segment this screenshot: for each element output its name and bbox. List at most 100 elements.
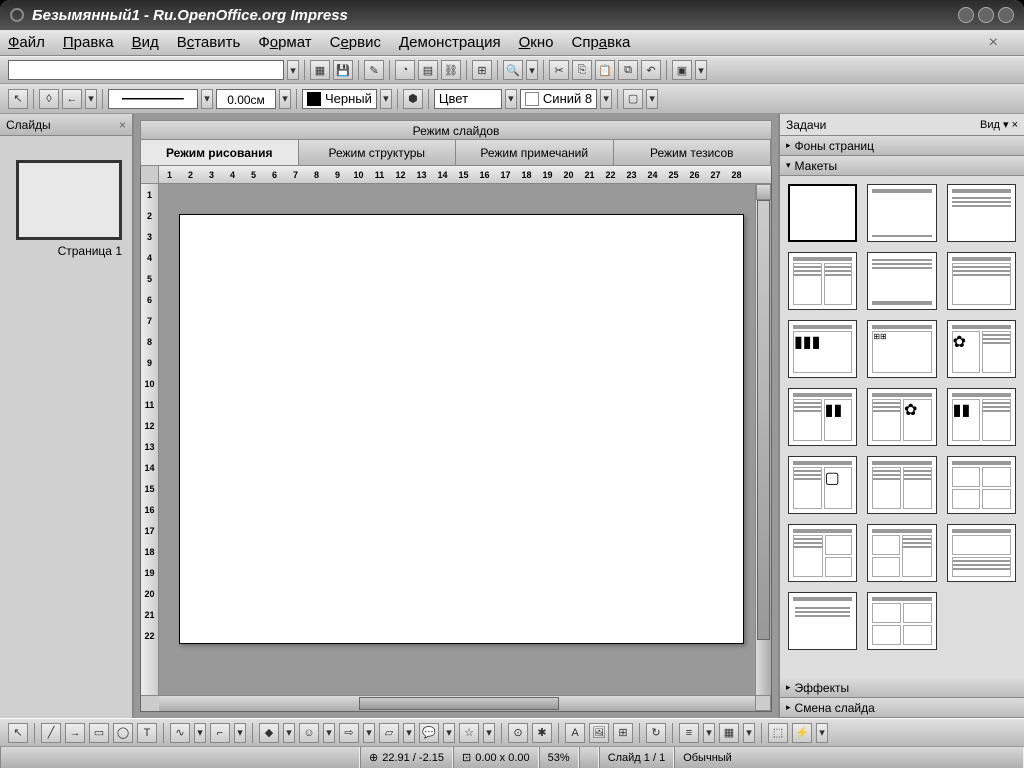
linewidth-dd[interactable]: ▾ bbox=[279, 89, 291, 109]
vertical-ruler[interactable]: 12345678910111213141516171819202122 bbox=[141, 184, 159, 695]
layout-4box[interactable] bbox=[867, 592, 936, 650]
fontwork-icon[interactable]: A bbox=[565, 723, 585, 743]
slide-thumbnail[interactable] bbox=[16, 160, 122, 240]
menu-help[interactable]: Справка bbox=[571, 34, 630, 51]
arrow-icon[interactable]: → bbox=[65, 723, 85, 743]
interaction-icon[interactable]: ⚡ bbox=[792, 723, 812, 743]
rect-icon[interactable]: ▭ bbox=[89, 723, 109, 743]
fill-color-select[interactable]: Синий 8 bbox=[520, 89, 597, 109]
slideshow-icon[interactable]: ▣ bbox=[672, 60, 692, 80]
section-effects[interactable]: ▸Эффекты bbox=[780, 678, 1024, 698]
line-color-select[interactable]: Черный bbox=[302, 89, 377, 109]
layout-text-object[interactable]: ▮▮ bbox=[947, 388, 1016, 446]
section-transition[interactable]: ▸Смена слайда bbox=[780, 698, 1024, 718]
copy-icon[interactable]: ⎘ bbox=[572, 60, 592, 80]
co-dd[interactable]: ▾ bbox=[443, 723, 455, 743]
arrange-icon[interactable]: ▦ bbox=[719, 723, 739, 743]
horizontal-ruler[interactable]: 1234567891011121314151617181920212223242… bbox=[141, 166, 771, 184]
save-icon[interactable]: 💾 bbox=[333, 60, 353, 80]
slide-canvas[interactable] bbox=[179, 214, 744, 644]
chart-icon[interactable]: ◔ bbox=[395, 60, 415, 80]
edit-icon[interactable]: ✎ bbox=[364, 60, 384, 80]
layout-two-text[interactable] bbox=[867, 456, 936, 514]
ba-dd[interactable]: ▾ bbox=[363, 723, 375, 743]
layout-title[interactable] bbox=[867, 184, 936, 242]
menu-window[interactable]: Окно bbox=[519, 34, 554, 51]
table-icon[interactable]: ▤ bbox=[418, 60, 438, 80]
menu-edit[interactable]: Правка bbox=[63, 34, 114, 51]
bs-dd[interactable]: ▾ bbox=[283, 723, 295, 743]
fillcolor-dd[interactable]: ▾ bbox=[600, 89, 612, 109]
line-icon[interactable]: ╱ bbox=[41, 723, 61, 743]
ar-dd[interactable]: ▾ bbox=[743, 723, 755, 743]
fill-type-select[interactable]: Цвет bbox=[434, 89, 502, 109]
close-button[interactable] bbox=[998, 7, 1014, 23]
bucket-icon[interactable]: ⬢ bbox=[403, 89, 423, 109]
dropdown-icon[interactable]: ▾ bbox=[287, 60, 299, 80]
layout-title-content[interactable] bbox=[947, 184, 1016, 242]
shadow-icon[interactable]: ▢ bbox=[623, 89, 643, 109]
minimize-button[interactable] bbox=[958, 7, 974, 23]
layout-2obj-text[interactable] bbox=[867, 524, 936, 582]
layout-four-obj[interactable] bbox=[947, 456, 1016, 514]
layout-content-title[interactable] bbox=[867, 252, 936, 310]
layout-two-content[interactable] bbox=[788, 252, 857, 310]
conn-dd[interactable]: ▾ bbox=[234, 723, 246, 743]
zoom-dd-icon[interactable]: ▾ bbox=[526, 60, 538, 80]
tab-notes[interactable]: Режим примечаний bbox=[456, 140, 614, 165]
menu-file[interactable]: Файл bbox=[8, 34, 45, 51]
basic-shapes-icon[interactable]: ◆ bbox=[259, 723, 279, 743]
layout-table[interactable]: ⊞⊞ bbox=[867, 320, 936, 378]
gallery-icon[interactable]: ⊞ bbox=[613, 723, 633, 743]
menu-view[interactable]: Вид bbox=[132, 34, 159, 51]
al-dd[interactable]: ▾ bbox=[703, 723, 715, 743]
menu-tools[interactable]: Сервис bbox=[330, 34, 381, 51]
tab-handout[interactable]: Режим тезисов bbox=[614, 140, 772, 165]
line-style-select[interactable] bbox=[108, 89, 198, 109]
extrusion-icon[interactable]: ⬚ bbox=[768, 723, 788, 743]
layout-blank[interactable] bbox=[788, 184, 857, 242]
layout-chart[interactable]: ▮▮▮ bbox=[788, 320, 857, 378]
grid-icon[interactable]: ⊞ bbox=[472, 60, 492, 80]
curve-dd[interactable]: ▾ bbox=[194, 723, 206, 743]
vertical-scrollbar[interactable] bbox=[755, 184, 771, 695]
toolbar-end-dd[interactable]: ▾ bbox=[695, 60, 707, 80]
zoom-icon[interactable]: 🔍 bbox=[503, 60, 523, 80]
align-icon[interactable]: ≡ bbox=[679, 723, 699, 743]
hyperlink-icon[interactable]: ⛓ bbox=[441, 60, 461, 80]
paste-icon[interactable]: 📋 bbox=[595, 60, 615, 80]
layout-clipart-text[interactable]: ✿ bbox=[947, 320, 1016, 378]
section-layouts[interactable]: ▾Макеты bbox=[780, 156, 1024, 176]
line-width-input[interactable]: 0.00см bbox=[216, 89, 276, 109]
layout-obj-over-text[interactable] bbox=[947, 524, 1016, 582]
stars-icon[interactable]: ☆ bbox=[459, 723, 479, 743]
menu-insert[interactable]: Вставить bbox=[177, 34, 241, 51]
linecolor-dd[interactable]: ▾ bbox=[380, 89, 392, 109]
menu-format[interactable]: Формат bbox=[258, 34, 311, 51]
ellipse-icon[interactable]: ◯ bbox=[113, 723, 133, 743]
tasks-view-menu[interactable]: Вид bbox=[980, 119, 1000, 131]
canvas[interactable] bbox=[159, 184, 755, 695]
layout-text-2obj[interactable] bbox=[788, 524, 857, 582]
tab-drawing[interactable]: Режим рисования bbox=[141, 140, 299, 165]
linestyle-dd[interactable]: ▾ bbox=[201, 89, 213, 109]
toolbar2-end-dd[interactable]: ▾ bbox=[646, 89, 658, 109]
draw-end-dd[interactable]: ▾ bbox=[816, 723, 828, 743]
select-icon[interactable]: ↖ bbox=[8, 723, 28, 743]
pointer-icon[interactable]: ↖ bbox=[8, 89, 28, 109]
connector-icon[interactable]: ⌐ bbox=[210, 723, 230, 743]
curve-icon[interactable]: ∿ bbox=[170, 723, 190, 743]
rotate-icon[interactable]: ↻ bbox=[646, 723, 666, 743]
horizontal-scrollbar[interactable] bbox=[159, 695, 755, 711]
fc-dd[interactable]: ▾ bbox=[403, 723, 415, 743]
slides-list[interactable]: 1 Страница 1 bbox=[0, 136, 132, 718]
arrow-style-icon[interactable]: ← bbox=[62, 89, 82, 109]
filltype-dd[interactable]: ▾ bbox=[505, 89, 517, 109]
points-icon[interactable]: ⊙ bbox=[508, 723, 528, 743]
layout-text-clipart[interactable]: ✿ bbox=[867, 388, 936, 446]
tab-outline[interactable]: Режим структуры bbox=[299, 140, 457, 165]
fill-icon[interactable]: ◊ bbox=[39, 89, 59, 109]
glue-icon[interactable]: ✱ bbox=[532, 723, 552, 743]
cut-icon[interactable]: ✂ bbox=[549, 60, 569, 80]
arrow-dd[interactable]: ▾ bbox=[85, 89, 97, 109]
